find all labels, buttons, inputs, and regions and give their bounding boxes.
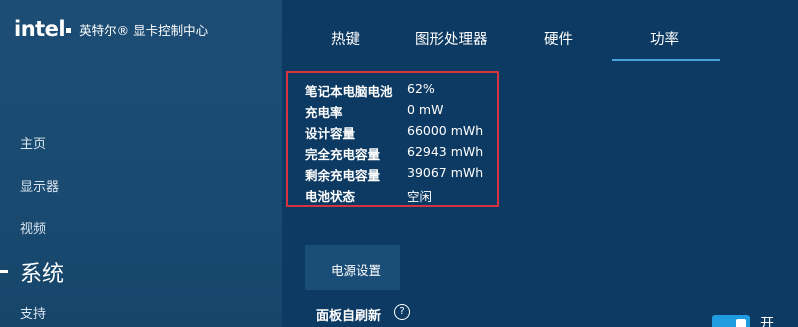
info-value: 39067 mWh — [407, 165, 484, 180]
sidebar: intel 英特尔® 显卡控制中心 主页 显示器 视频 系统 支持 — [0, 0, 282, 327]
info-value: 66000 mWh — [407, 123, 484, 138]
info-label: 笔记本电脑电池 — [305, 84, 393, 99]
info-label: 充电率 — [305, 105, 343, 120]
panel-self-refresh-label: 面板自刷新 — [316, 309, 382, 324]
info-value: 空闲 — [407, 189, 433, 204]
tab-hotkeys[interactable]: 热键 — [331, 28, 360, 49]
sidebar-item-support[interactable]: 支持 — [20, 303, 46, 322]
info-label: 剩余充电容量 — [305, 168, 381, 183]
info-label: 设计容量 — [305, 126, 356, 141]
toggle-knob — [736, 319, 746, 327]
sidebar-item-display[interactable]: 显示器 — [20, 176, 59, 195]
tab-bar: 热键 图形处理器 硬件 功率 — [282, 0, 798, 62]
sidebar-item-system[interactable]: 系统 — [20, 256, 64, 288]
app-title: 英特尔® 显卡控制中心 — [79, 23, 209, 38]
sidebar-item-video[interactable]: 视频 — [20, 218, 46, 237]
toggle-state-label: 开 — [760, 316, 774, 327]
tab-hardware[interactable]: 硬件 — [544, 28, 573, 49]
info-value: 62% — [407, 81, 435, 96]
tab-power[interactable]: 功率 — [650, 28, 679, 49]
tab-gpu[interactable]: 图形处理器 — [415, 28, 488, 49]
info-value: 0 mW — [407, 102, 444, 117]
info-value: 62943 mWh — [407, 144, 484, 159]
active-tab-underline — [612, 59, 720, 61]
intel-logo: intel — [14, 17, 72, 41]
app-window: intel 英特尔® 显卡控制中心 主页 显示器 视频 系统 支持 热键 图形处… — [0, 0, 798, 327]
active-nav-marker — [0, 270, 8, 273]
help-icon[interactable]: ? — [394, 304, 410, 320]
panel-self-refresh-toggle[interactable] — [712, 315, 750, 327]
logo-dot-icon — [66, 28, 72, 33]
info-label: 完全充电容量 — [305, 147, 381, 162]
info-label: 电池状态 — [305, 189, 356, 204]
logo-text: intel — [14, 17, 66, 41]
power-settings-section-tab[interactable]: 电源设置 — [305, 245, 400, 290]
brand-header: intel 英特尔® 显卡控制中心 — [14, 18, 208, 40]
sidebar-item-home[interactable]: 主页 — [20, 133, 46, 152]
section-tab-label: 电源设置 — [331, 263, 382, 278]
